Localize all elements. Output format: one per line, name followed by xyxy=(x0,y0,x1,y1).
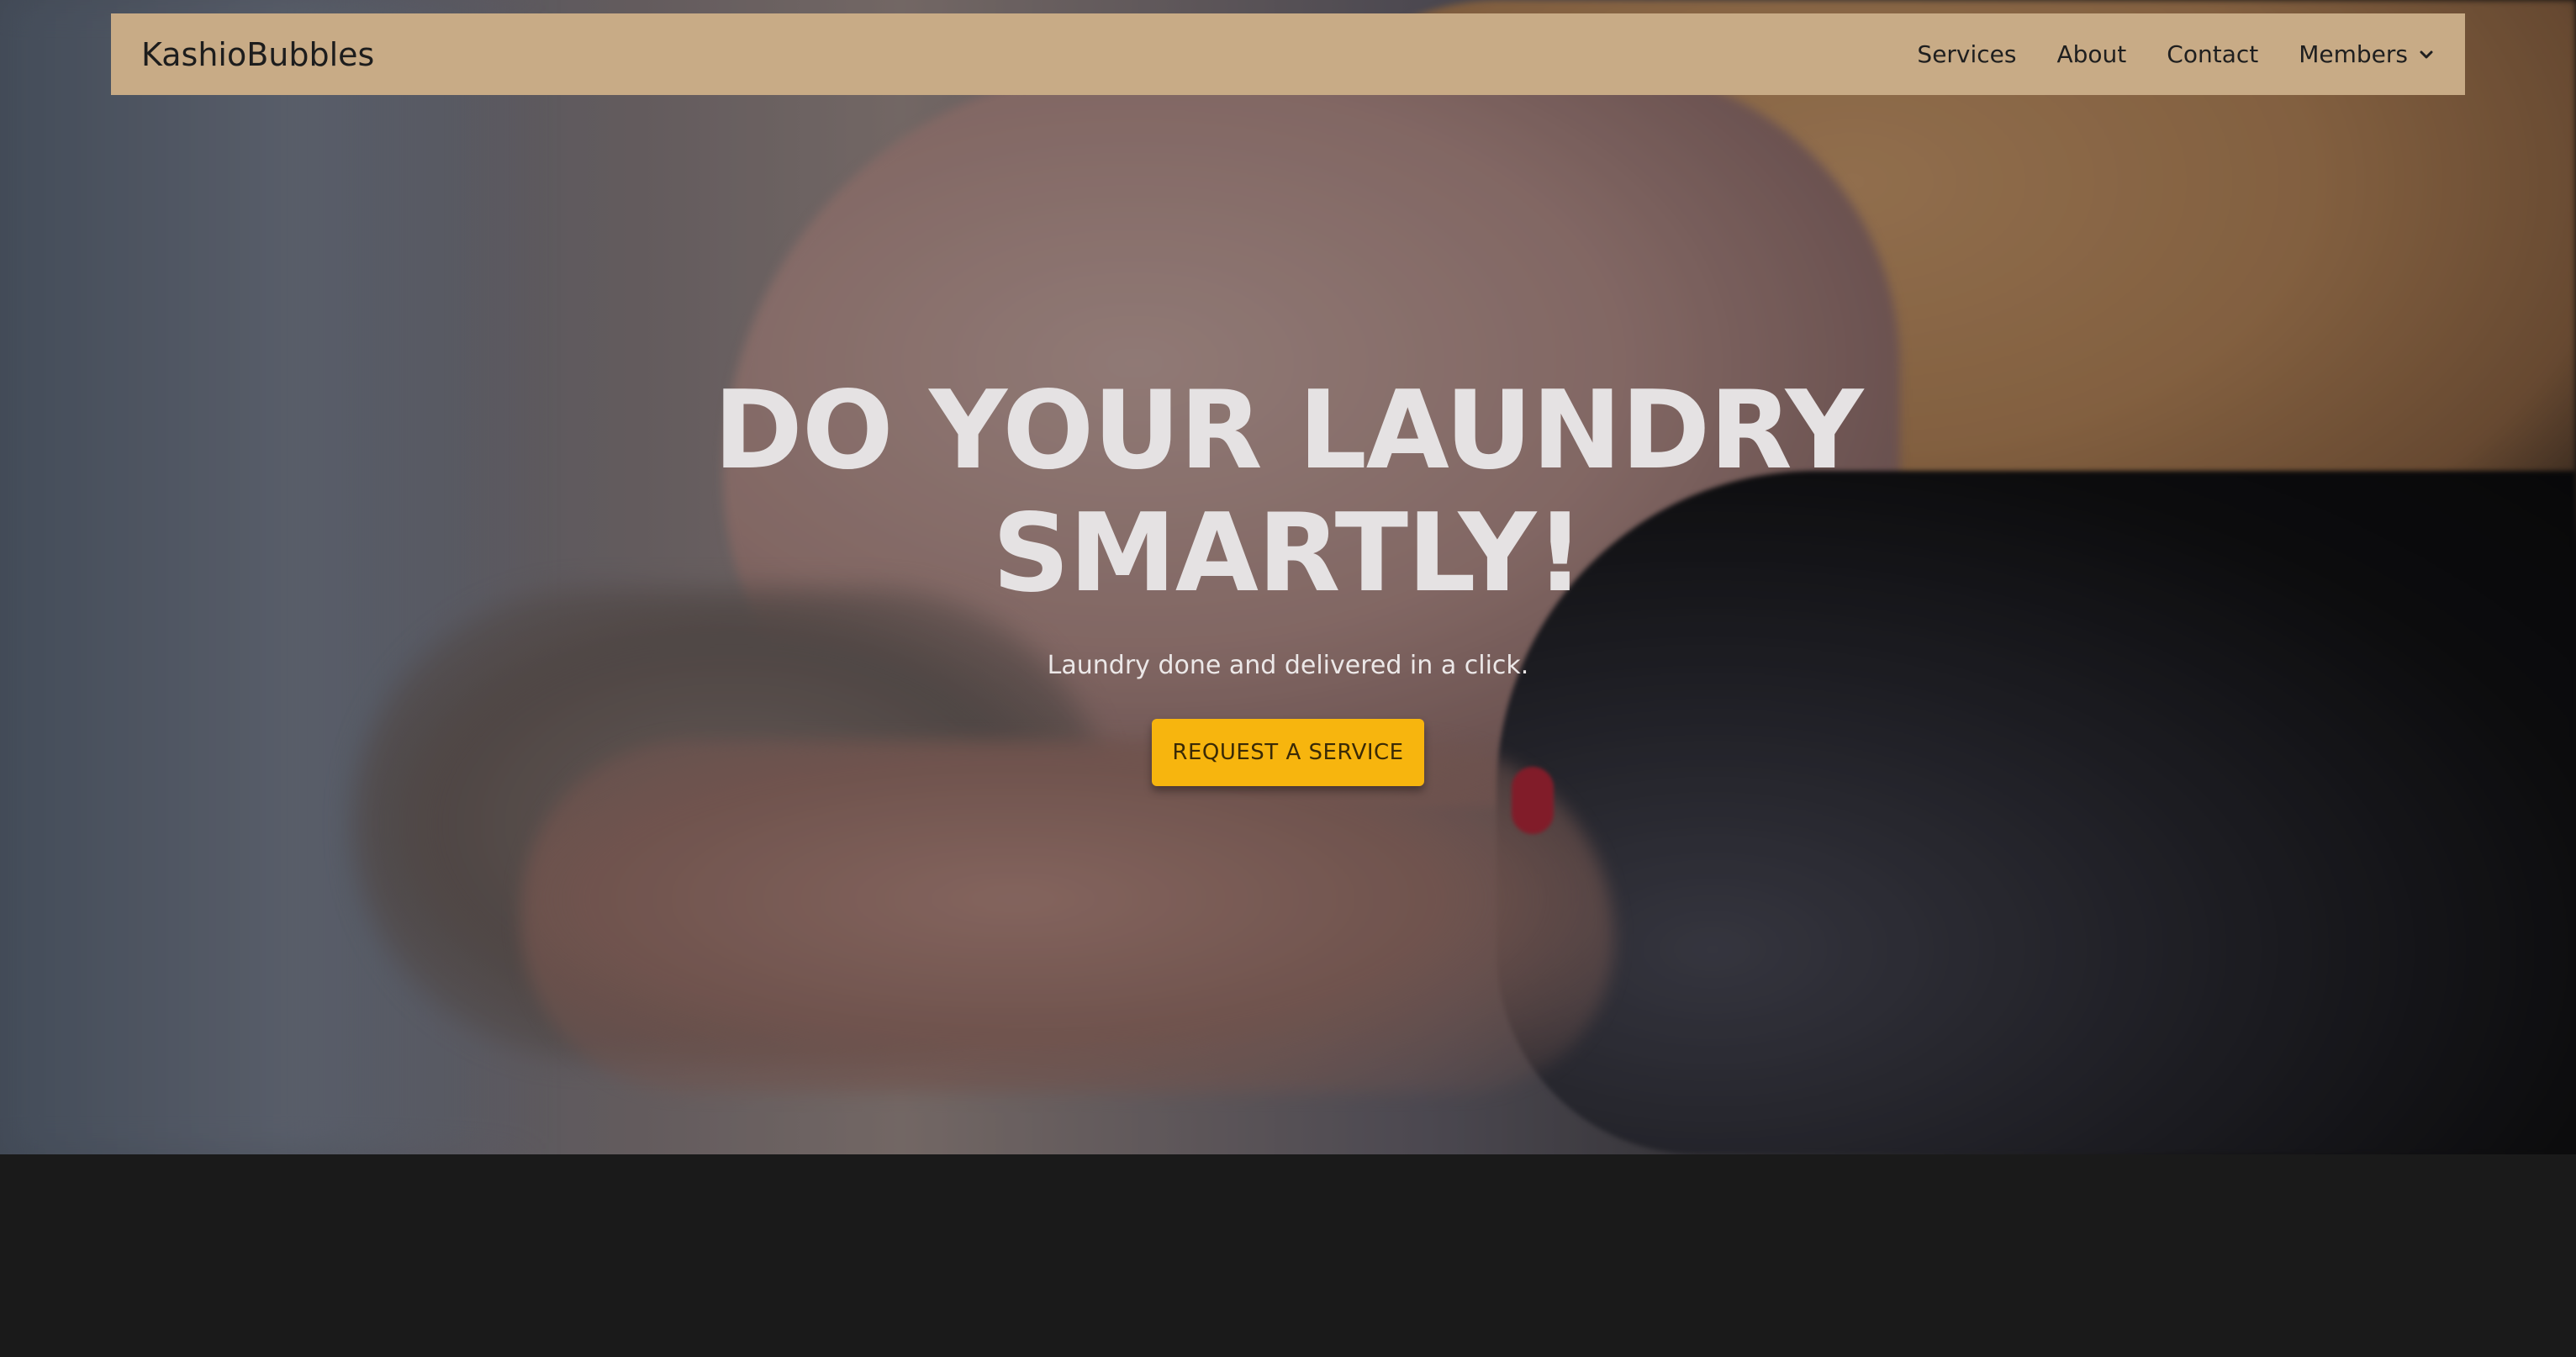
hero-title: DO YOUR LAUNDRY SMARTLY! xyxy=(713,368,1864,616)
navbar: KashioBubbles Services About Contact Mem… xyxy=(111,13,2465,95)
nav-link-contact[interactable]: Contact xyxy=(2167,40,2258,68)
bottom-section xyxy=(0,1154,2576,1357)
request-service-button[interactable]: REQUEST A SERVICE xyxy=(1152,719,1424,786)
nav-link-about[interactable]: About xyxy=(2057,40,2127,68)
hero-subtitle: Laundry done and delivered in a click. xyxy=(1047,651,1529,680)
nav-links: Services About Contact Members xyxy=(1917,40,2435,68)
nav-link-services[interactable]: Services xyxy=(1917,40,2016,68)
members-dropdown-label: Members xyxy=(2299,40,2408,68)
hero-section: KashioBubbles Services About Contact Mem… xyxy=(0,0,2576,1154)
chevron-down-icon xyxy=(2420,50,2433,58)
members-dropdown[interactable]: Members xyxy=(2299,40,2435,68)
brand-logo[interactable]: KashioBubbles xyxy=(141,36,374,73)
hero-content: DO YOUR LAUNDRY SMARTLY! Laundry done an… xyxy=(0,370,2576,786)
